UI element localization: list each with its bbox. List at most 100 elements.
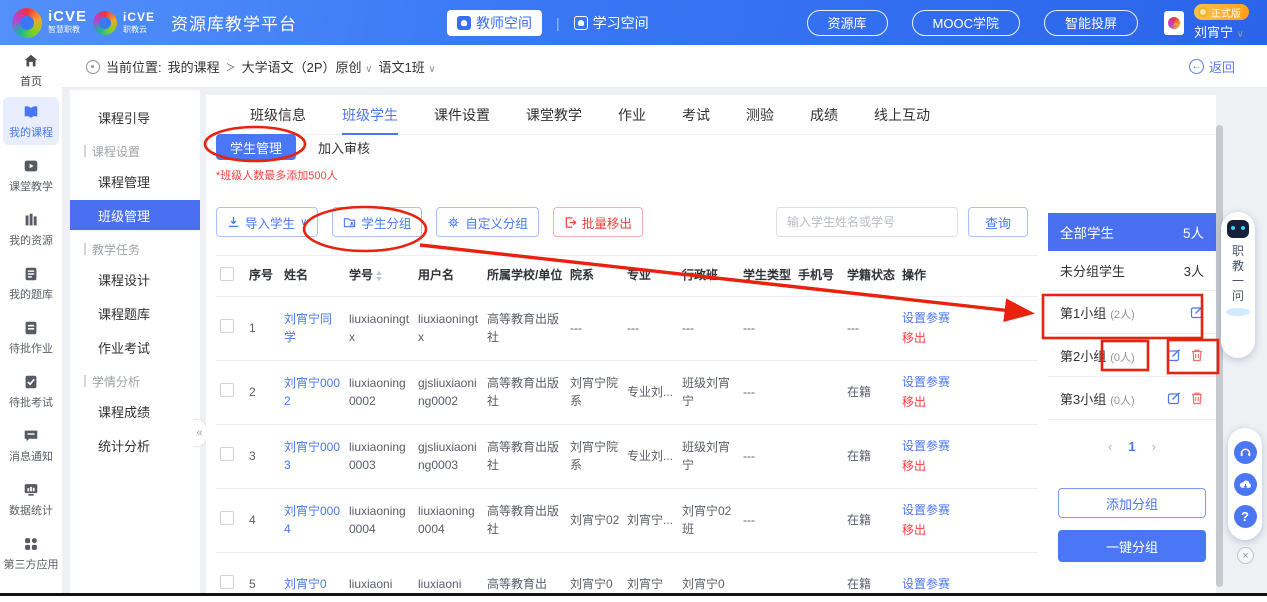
set-contest-link[interactable]: 设置参赛 (902, 437, 962, 456)
menu-item-course-management[interactable]: 课程管理 (70, 166, 200, 196)
cert-doc-icon[interactable] (1164, 11, 1184, 35)
assistant-widget[interactable]: 职教一问 (1221, 212, 1255, 358)
tab-class-info[interactable]: 班级信息 (250, 95, 306, 135)
group-count: (0人) (1110, 352, 1134, 364)
student-name-link[interactable]: 刘宵宁同学 (284, 305, 342, 352)
edit-group-icon[interactable] (1167, 391, 1181, 405)
breadcrumb-course-dropdown[interactable]: 大学语文（2P）原创 ∨ (242, 57, 373, 76)
rail-item-third-party[interactable]: 第三方应用 (3, 529, 59, 577)
set-contest-link[interactable]: 设置参赛 (902, 575, 962, 593)
batch-remove-button[interactable]: 批量移出 (553, 207, 643, 237)
edit-group-icon[interactable] (1167, 348, 1181, 362)
learning-space-button[interactable]: 学习空间 (574, 13, 649, 33)
menu-item-course-grades[interactable]: 课程成绩 (70, 396, 200, 426)
subtab-student-management[interactable]: 学生管理 (216, 134, 296, 160)
tab-exam[interactable]: 考试 (682, 95, 710, 135)
set-contest-link[interactable]: 设置参赛 (902, 373, 962, 392)
row-checkbox[interactable] (220, 319, 234, 333)
group-row-3[interactable]: 第3小组(0人) (1048, 377, 1216, 420)
menu-item-course-design[interactable]: 课程设计 (70, 264, 200, 294)
breadcrumb-class-dropdown[interactable]: 语文1班 ∨ (379, 57, 436, 76)
menu-item-homework-exam[interactable]: 作业考试 (70, 332, 200, 362)
student-name-link[interactable]: 刘宵宁0004 (284, 497, 342, 544)
rail-gap (62, 88, 70, 593)
menu-collapse-handle[interactable]: « (193, 419, 207, 447)
select-all-checkbox[interactable] (220, 267, 234, 281)
rail-item-question-bank[interactable]: 我的题库 (3, 259, 59, 307)
query-button[interactable]: 查询 (968, 207, 1028, 237)
smart-cast-button[interactable]: 智能投屏 (1044, 10, 1138, 36)
tab-homework[interactable]: 作业 (618, 95, 646, 135)
row-checkbox[interactable] (220, 383, 234, 397)
bottom-strip (0, 596, 1267, 602)
tab-online-interaction[interactable]: 线上互动 (874, 95, 930, 135)
rail-item-my-courses[interactable]: 我的课程 (3, 97, 59, 145)
delete-group-icon[interactable] (1190, 391, 1204, 405)
row-checkbox[interactable] (220, 447, 234, 461)
mooc-academy-button[interactable]: MOOC学院 (912, 10, 1020, 36)
row-checkbox[interactable] (220, 575, 234, 589)
remove-link[interactable]: 移出 (902, 329, 962, 348)
set-contest-link[interactable]: 设置参赛 (902, 309, 962, 328)
group-row-1[interactable]: 第1小组(2人) (1048, 291, 1216, 334)
menu-item-course-guide[interactable]: 课程引导 (70, 102, 200, 132)
help-question-icon[interactable]: ? (1234, 505, 1257, 528)
row-checkbox[interactable] (220, 511, 234, 525)
rail-item-messages[interactable]: 消息通知 (3, 421, 59, 469)
tab-courseware-settings[interactable]: 课件设置 (434, 95, 490, 135)
rail-item-home[interactable]: 首页 (3, 51, 59, 89)
menu-item-statistical-analysis[interactable]: 统计分析 (70, 430, 200, 460)
menu-item-course-question-bank[interactable]: 课程题库 (70, 298, 200, 328)
import-students-button[interactable]: 导入学生 ∨ (216, 207, 318, 237)
rail-item-classroom[interactable]: 课堂教学 (3, 151, 59, 199)
rail-item-pending-exams[interactable]: 待批考试 (3, 367, 59, 415)
remove-link[interactable]: 移出 (902, 393, 962, 412)
breadcrumb-bar: 当前位置: 我的课程 ＞ 大学语文（2P）原创 ∨ 语文1班 ∨ ← 返回 (0, 45, 1267, 88)
rail-item-resources[interactable]: 我的资源 (3, 205, 59, 253)
main-content-card: 班级信息 班级学生 课件设置 课堂教学 作业 考试 测验 成绩 线上互动 学生管… (206, 95, 1216, 593)
groups-panel: 全部学生 5人 未分组学生 3人 第1小组(2人) 第2小组(0人) (1048, 213, 1216, 562)
next-page-icon[interactable]: › (1152, 439, 1156, 454)
group-all-students[interactable]: 全部学生 5人 (1048, 213, 1216, 251)
scrollbar-thumb[interactable] (1216, 125, 1223, 587)
tab-quiz[interactable]: 测验 (746, 95, 774, 135)
remove-link[interactable]: 移出 (902, 521, 962, 540)
one-click-group-button[interactable]: 一键分组 (1058, 530, 1206, 562)
menu-item-class-management[interactable]: 班级管理 (70, 200, 200, 230)
group-folder-icon (343, 216, 356, 229)
rail-item-pending-homework[interactable]: 待批作业 (3, 313, 59, 361)
student-name-link[interactable]: 刘宵宁0 (284, 570, 342, 593)
set-contest-link[interactable]: 设置参赛 (902, 501, 962, 520)
student-grouping-button[interactable]: 学生分组 (332, 207, 422, 237)
group-row-2[interactable]: 第2小组(0人) (1048, 334, 1216, 377)
breadcrumb-my-courses[interactable]: 我的课程 (168, 57, 220, 76)
user-menu[interactable]: 刘宵宁 ∨ (1194, 22, 1244, 41)
student-name-link[interactable]: 刘宵宁0003 (284, 433, 342, 480)
student-name-link[interactable]: 刘宵宁0002 (284, 369, 342, 416)
add-group-button[interactable]: 添加分组 (1058, 488, 1206, 518)
cloud-download-icon[interactable] (1234, 473, 1257, 496)
teacher-space-button[interactable]: 教师空间 (447, 10, 542, 36)
close-floaters-icon[interactable]: × (1237, 547, 1254, 564)
tab-classroom-teaching[interactable]: 课堂教学 (526, 95, 582, 135)
current-page: 1 (1128, 439, 1135, 454)
exam-icon (22, 373, 40, 391)
tab-class-students[interactable]: 班级学生 (342, 95, 398, 135)
sort-icon[interactable] (376, 271, 382, 281)
student-search-input[interactable] (776, 207, 958, 237)
rail-item-statistics[interactable]: 数据统计 (3, 475, 59, 523)
custom-grouping-button[interactable]: 自定义分组 (436, 207, 539, 237)
edit-group-icon[interactable] (1190, 305, 1204, 319)
group-count: (2人) (1110, 309, 1134, 321)
remove-link[interactable]: 移出 (902, 457, 962, 476)
resource-library-button[interactable]: 资源库 (807, 10, 888, 36)
wave-decoration (1226, 308, 1250, 316)
tab-grades[interactable]: 成绩 (810, 95, 838, 135)
delete-group-icon[interactable] (1190, 348, 1204, 362)
group-ungrouped-students[interactable]: 未分组学生 3人 (1048, 251, 1216, 291)
menu-section-teaching-tasks: 教学任务 (70, 238, 200, 260)
customer-service-icon[interactable] (1234, 441, 1257, 464)
subtab-join-review[interactable]: 加入审核 (318, 138, 370, 157)
prev-page-icon[interactable]: ‹ (1108, 439, 1112, 454)
back-button[interactable]: ← 返回 (1189, 57, 1235, 76)
